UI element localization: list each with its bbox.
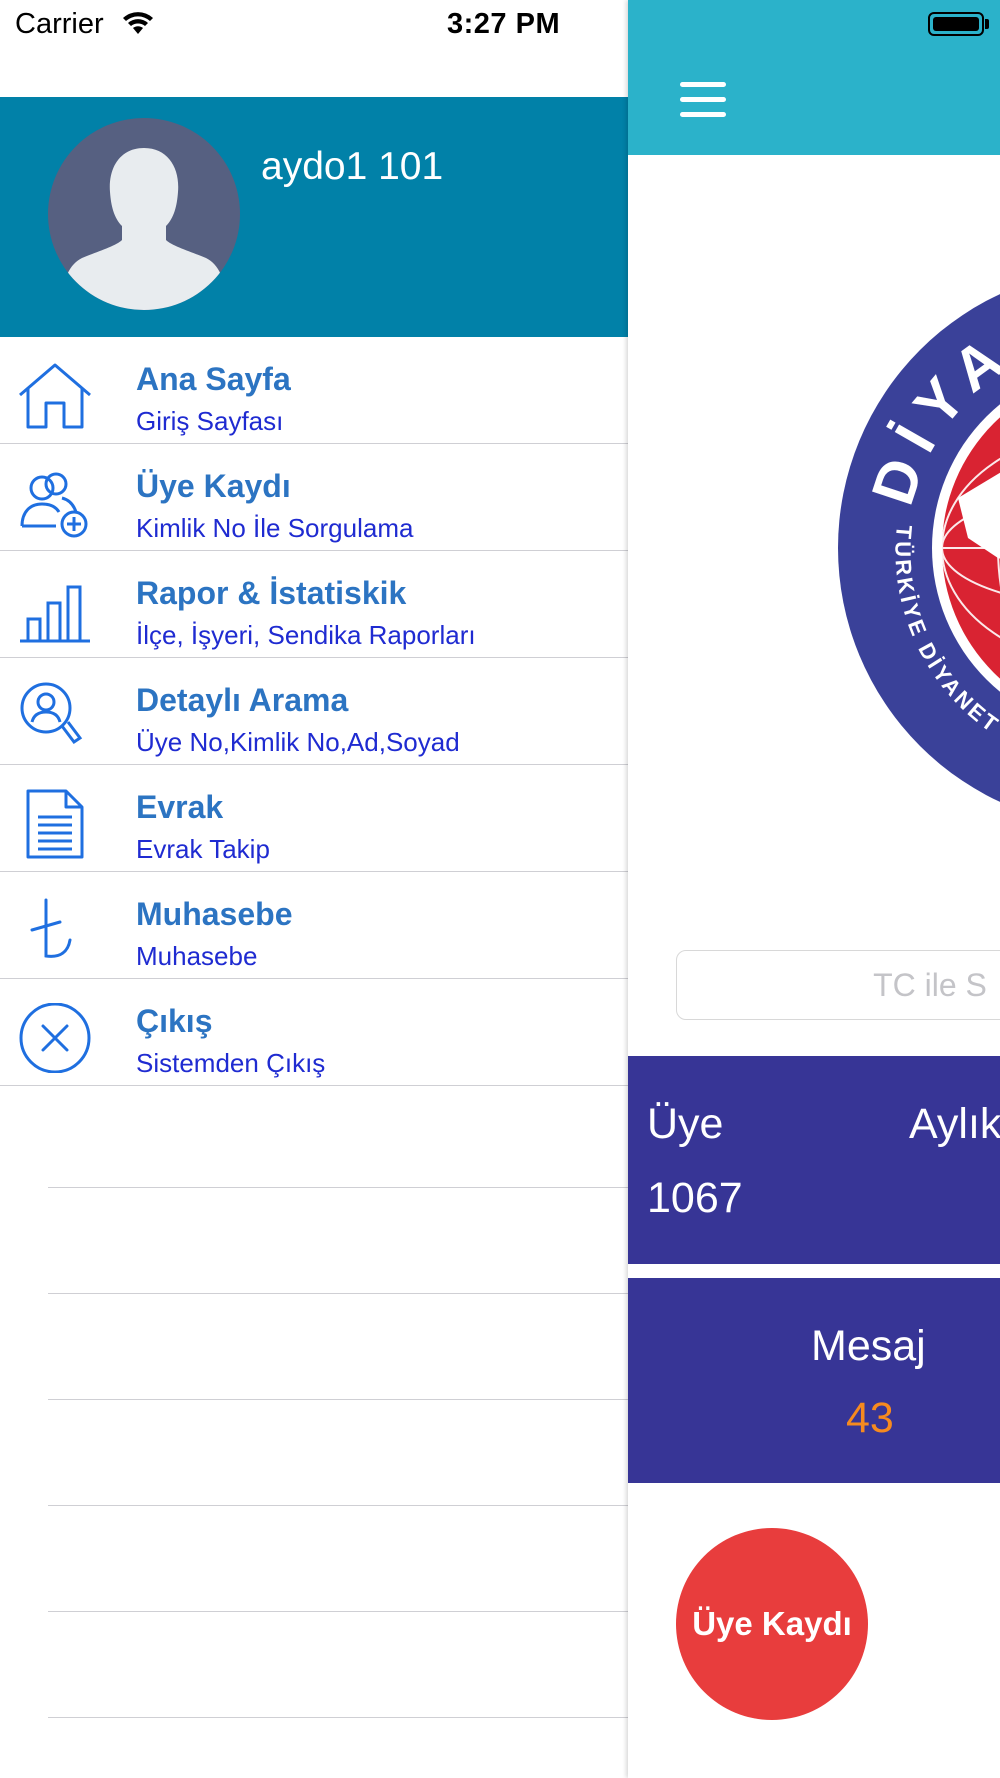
tc-search-input[interactable]: [677, 951, 1000, 1019]
carrier-label: Carrier: [15, 8, 104, 40]
menu-item-title: Detaylı Arama: [136, 682, 349, 718]
menu-item-subtitle: Muhasebe: [136, 941, 258, 971]
hamburger-menu-icon[interactable]: [680, 82, 726, 118]
menu-item-muhasebe[interactable]: Muhasebe Muhasebe: [0, 872, 628, 979]
close-circle-icon: [19, 1003, 91, 1073]
user-search-icon: [20, 682, 83, 745]
home-icon: [19, 363, 91, 429]
bar-chart-icon: [20, 585, 90, 643]
empty-row-divider: [48, 1187, 628, 1188]
menu-item-title: Ana Sayfa: [136, 361, 291, 397]
app-bar: [628, 0, 1000, 155]
battery-tip: [985, 19, 989, 29]
menu-item-rapor-istatiskik[interactable]: Rapor & İstatiskik İlçe, İşyeri, Sendika…: [0, 551, 628, 658]
drawer-menu: Ana Sayfa Giriş Sayfası Üye Kaydı Kimlik…: [0, 337, 628, 1086]
members-count: 1067: [647, 1174, 743, 1222]
menu-item-cikis[interactable]: Çıkış Sistemden Çıkış: [0, 979, 628, 1086]
member-stats-panel: Üye 1067 Aylık: [628, 1056, 1000, 1264]
menu-item-title: Evrak: [136, 789, 224, 825]
lira-icon: [30, 898, 72, 958]
menu-item-subtitle: Sistemden Çıkış: [136, 1048, 326, 1078]
menu-item-title: Üye Kaydı: [136, 468, 291, 504]
menu-item-evrak[interactable]: Evrak Evrak Takip: [0, 765, 628, 872]
menu-item-subtitle: Giriş Sayfası: [136, 406, 284, 436]
menu-item-title: Çıkış: [136, 1003, 213, 1039]
message-stats-panel[interactable]: Mesaj 43: [628, 1278, 1000, 1483]
empty-row-divider: [48, 1399, 628, 1400]
members-label: Üye: [647, 1100, 724, 1148]
menu-item-uye-kaydi[interactable]: Üye Kaydı Kimlik No İle Sorgulama: [0, 444, 628, 551]
menu-item-ana-sayfa[interactable]: Ana Sayfa Giriş Sayfası: [0, 337, 628, 444]
empty-row-divider: [48, 1611, 628, 1612]
battery-icon: [928, 12, 984, 36]
menu-item-detayli-arama[interactable]: Detaylı Arama Üye No,Kimlik No,Ad,Soyad: [0, 658, 628, 765]
empty-row-divider: [48, 1293, 628, 1294]
profile-header: aydo1 101: [0, 97, 628, 337]
menu-item-subtitle: Üye No,Kimlik No,Ad,Soyad: [136, 727, 460, 757]
menu-item-subtitle: Evrak Takip: [136, 834, 270, 864]
uye-kaydi-button[interactable]: Üye Kaydı: [676, 1528, 868, 1720]
menu-item-title: Rapor & İstatiskik: [136, 575, 407, 611]
menu-item-subtitle: Kimlik No İle Sorgulama: [136, 513, 414, 543]
diyanet-logo: DİYA TÜRKİYE DİYANET: [838, 294, 1000, 802]
empty-row-divider: [48, 1717, 628, 1718]
wifi-icon: [123, 12, 153, 34]
user-silhouette-icon: [60, 148, 228, 310]
document-icon: [26, 789, 84, 859]
main-content: DİYA TÜRKİYE DİYANET Üye 1067 Aylık Mesa…: [628, 0, 1000, 1778]
menu-item-title: Muhasebe: [136, 896, 293, 932]
clock-label: 3:27 PM: [447, 8, 561, 40]
navigation-drawer: aydo1 101 Ana Sayfa Giriş Sayfası Üye Ka…: [0, 52, 628, 1778]
menu-item-subtitle: İlçe, İşyeri, Sendika Raporları: [136, 620, 476, 650]
avatar[interactable]: [48, 118, 240, 310]
add-user-icon: [20, 472, 88, 538]
tc-search-field[interactable]: [676, 950, 1000, 1020]
empty-row-divider: [48, 1505, 628, 1506]
username-label: aydo1 101: [261, 145, 444, 188]
message-label: Mesaj: [811, 1322, 926, 1370]
message-count: 43: [846, 1394, 894, 1442]
monthly-label: Aylık: [909, 1100, 1000, 1148]
